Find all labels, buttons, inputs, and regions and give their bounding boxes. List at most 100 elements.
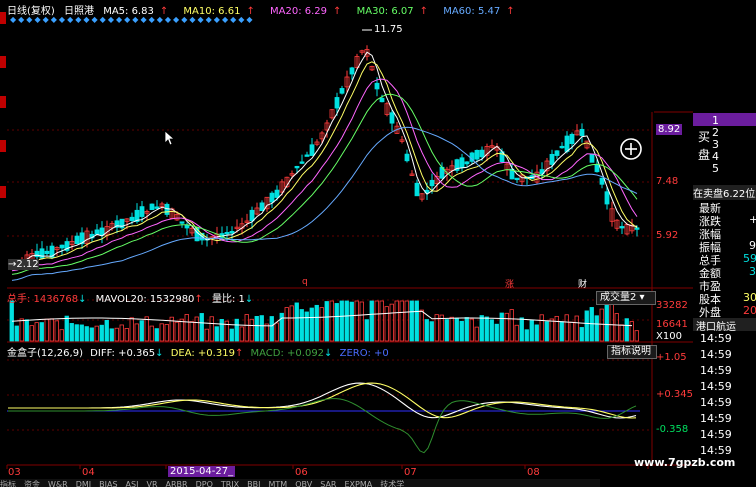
stock-chart[interactable] (0, 0, 756, 487)
volume-bar (109, 328, 114, 342)
candle-body (374, 82, 380, 90)
high-price-label: 11.75 (374, 24, 403, 35)
volume-bar (319, 307, 324, 342)
volume-indicator-tab[interactable]: 成交量2 ▾ (596, 291, 656, 305)
mouse-pointer-icon (164, 130, 176, 146)
volume-bar (79, 324, 84, 342)
indicator-tab[interactable]: BBI (247, 480, 260, 487)
macd-axis-top: +1.05 (656, 352, 687, 363)
volume-bar (494, 323, 499, 342)
macd-name: 金盒子(12,26,9) (7, 348, 83, 359)
tick-time: 14:59 (700, 348, 732, 361)
indicator-tab[interactable]: ARBR (166, 480, 188, 487)
volume-bar (404, 300, 409, 342)
indicator-tab[interactable]: VR (146, 480, 157, 487)
volume-bar (259, 315, 264, 342)
volume-bar (199, 313, 204, 342)
candle-body (339, 88, 345, 94)
indicator-tab[interactable]: ASI (126, 480, 139, 487)
candle-body (34, 250, 40, 258)
candle-body (569, 133, 575, 144)
candle-body (619, 226, 625, 229)
candle-body (149, 203, 155, 211)
event-mark[interactable]: 涨 (505, 277, 514, 290)
indicator-tab[interactable]: BIAS (99, 480, 117, 487)
volume-bar (19, 318, 24, 342)
candle-body (379, 97, 385, 103)
volume-bar (419, 309, 424, 342)
volume-bar (159, 323, 164, 342)
volume-bar (349, 301, 354, 342)
indicator-tab[interactable]: OBV (295, 480, 312, 487)
macd-diff: DIFF: +0.365 (90, 348, 156, 359)
indicator-tab[interactable]: SAR (320, 480, 336, 487)
candle-body (479, 149, 485, 158)
volume-bar (94, 325, 99, 342)
tick-time: 14:59 (700, 380, 732, 393)
stat-row: 外盘 20 (699, 304, 756, 318)
tick-list: 14:59 14:59 14:59 14:59 14:59 14:59 14:5… (697, 332, 756, 464)
volume-bar (579, 327, 584, 342)
volume-bar (189, 321, 194, 342)
volume-bar (329, 300, 334, 342)
volume-bar (529, 320, 534, 342)
volume-bar (364, 319, 369, 342)
indicator-tab[interactable]: 资金 (24, 480, 40, 487)
volume-bar (599, 308, 604, 342)
down-arrow-icon: ↓ (244, 294, 254, 305)
volume-bar (119, 324, 124, 342)
quote-stats: 最新 涨跌 + 涨幅 振幅 9 总手 59 金额 3 市盈 股本 30 外盘 20 (696, 200, 756, 318)
volume-bar (64, 315, 69, 342)
stat-value: 3 (749, 265, 756, 278)
volume-bar (29, 325, 34, 342)
sector-title[interactable]: 港口航运 (693, 318, 756, 333)
volume-bar (424, 319, 429, 342)
candle-body (404, 153, 410, 162)
volume-bar (154, 328, 159, 342)
down-arrow-icon: ↓ (155, 348, 164, 359)
volume-bar (484, 316, 489, 342)
stat-label: 外盘 (699, 306, 721, 318)
volume-bar (414, 300, 419, 342)
indicator-help-button[interactable]: 指标说明 (607, 345, 657, 359)
volume-bar (229, 328, 234, 342)
up-arrow-icon: ↑ (234, 348, 244, 359)
volume-bar (444, 319, 449, 342)
indicator-tab[interactable]: W&R (48, 480, 68, 487)
volume-bar (114, 327, 119, 342)
event-mark[interactable]: q (302, 277, 308, 287)
indicator-tab[interactable]: DPO (196, 480, 213, 487)
stat-value: 30 (743, 291, 756, 304)
volume-bar (344, 300, 349, 342)
candle-body (594, 164, 600, 173)
candle-body (414, 182, 420, 197)
volume-bar (609, 300, 614, 342)
candle-body (94, 229, 100, 235)
volume-bar (89, 327, 94, 342)
indicator-tab[interactable]: 指标 (0, 480, 16, 487)
volume-bar (339, 300, 344, 342)
candle-body (589, 153, 595, 163)
indicator-tab[interactable]: MTM (269, 480, 288, 487)
indicator-tab[interactable]: TRIX (221, 480, 239, 487)
indicator-tab[interactable]: DMI (76, 480, 91, 487)
volume-bar (549, 318, 554, 342)
volume-bar (379, 300, 384, 342)
indicator-tab[interactable]: EXPMA (344, 480, 372, 487)
ask-position-title: 在卖盘6.22位置 (693, 185, 756, 200)
stat-value: + (749, 213, 756, 226)
volume-bar (519, 317, 524, 342)
volume-bar (254, 316, 259, 342)
volume-bar (49, 318, 54, 342)
tick-time: 14:59 (700, 412, 732, 425)
event-mark[interactable]: 财 (578, 277, 587, 290)
volume-bar (184, 314, 189, 342)
macd-axis-mid: +0.345 (656, 389, 694, 400)
indicator-tab[interactable]: 技术学 (380, 480, 404, 487)
order-book: 买 盘 1 2 3 4 5 (698, 112, 756, 176)
candle-body (304, 154, 310, 157)
volume-bar (394, 300, 399, 342)
volume-bar (594, 315, 599, 342)
volume-bar (514, 324, 519, 342)
ma20-line (11, 78, 638, 272)
